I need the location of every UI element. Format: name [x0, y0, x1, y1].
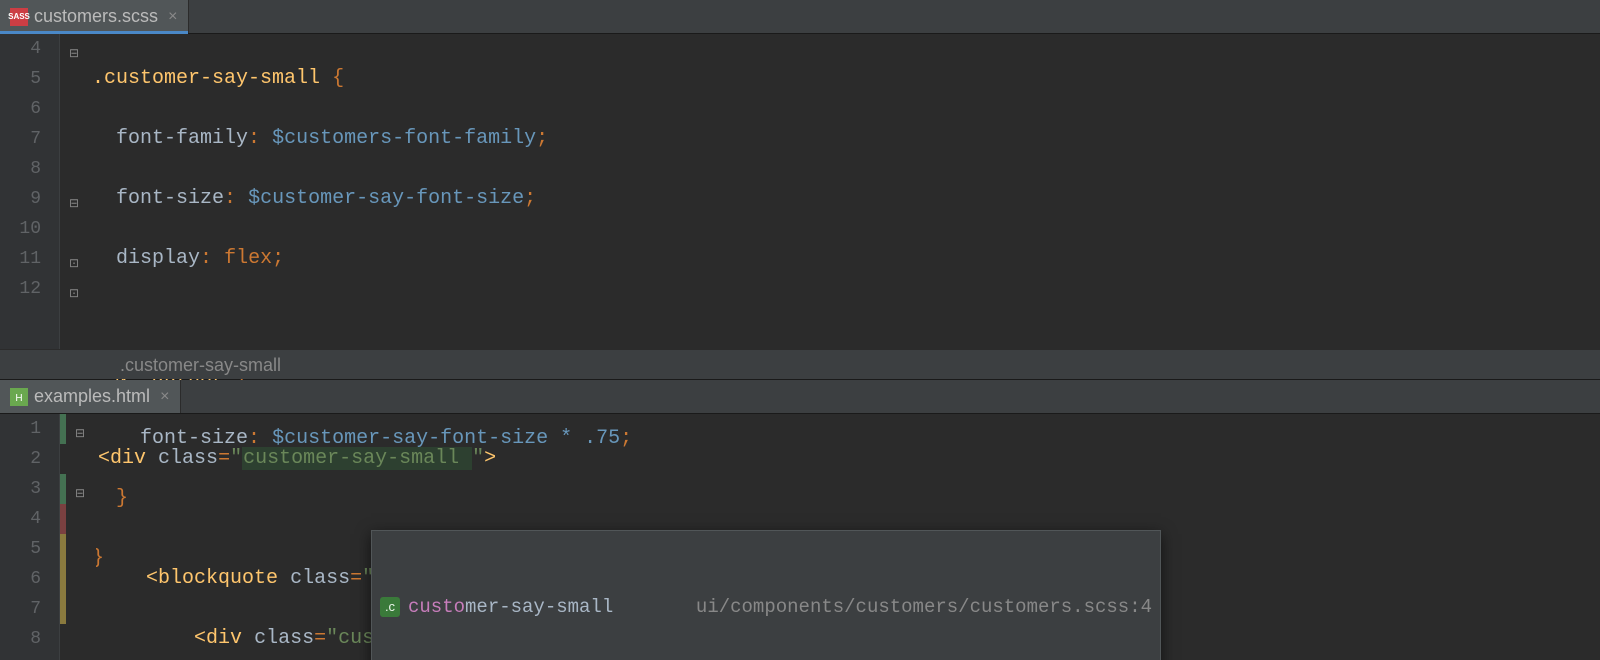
fold-close-icon[interactable]: ⊡: [66, 249, 82, 279]
line-number: 7: [0, 124, 41, 154]
line-number: 5: [0, 64, 41, 94]
html-tag: div: [110, 447, 146, 470]
css-selector: .customer-say-small: [92, 67, 320, 90]
css-class-icon: .c: [380, 597, 400, 617]
fold-open-icon[interactable]: ⊟: [66, 189, 82, 219]
line-number: 2: [0, 444, 41, 474]
fold-open-icon[interactable]: ⊟: [72, 419, 88, 449]
line-number: 12: [0, 274, 41, 304]
html-attr: class: [290, 567, 350, 590]
css-variable: $customer-say-font-size: [248, 187, 524, 210]
fold-open-icon[interactable]: ⊟: [72, 479, 88, 509]
fold-open-icon[interactable]: ⊟: [66, 39, 82, 69]
autocomplete-path: ui/components/customers/customers.scss:4: [696, 592, 1152, 622]
tab-customers-scss[interactable]: customers.scss ×: [0, 0, 189, 33]
line-number: 3: [0, 474, 41, 504]
autocomplete-item[interactable]: .c customer-say-small ui/components/cust…: [372, 591, 1160, 623]
line-number: 5: [0, 534, 41, 564]
brace: {: [332, 67, 344, 90]
sass-file-icon: [10, 8, 28, 26]
breadcrumb-scope[interactable]: .customer-say-small: [0, 349, 1600, 379]
editor-top[interactable]: 4 5 6 7 8 9 10 11 12 ⊟ ⊟ ⊡ ⊡ .customer-s…: [0, 34, 1600, 379]
line-number: 7: [0, 594, 41, 624]
css-property: font-family: [116, 127, 248, 150]
close-tab-icon[interactable]: ×: [168, 8, 178, 26]
html-attr: class: [158, 447, 218, 470]
autocomplete-popup: .c customer-say-small ui/components/cust…: [371, 530, 1161, 660]
editor-pane-html: H examples.html × 1 2 3 4 5 6 7 8: [0, 380, 1600, 660]
line-number: 8: [0, 154, 41, 184]
css-property: font-size: [116, 187, 224, 210]
tab-label: examples.html: [34, 386, 150, 407]
gutter-bottom: 1 2 3 4 5 6 7 8: [0, 414, 60, 660]
line-number: 1: [0, 414, 41, 444]
css-value: flex: [224, 247, 272, 270]
editor-bottom[interactable]: 1 2 3 4 5 6 7 8 ⊟ ⊟ <div class="customer…: [0, 414, 1600, 660]
html-tag: div: [206, 627, 242, 650]
line-number: 6: [0, 564, 41, 594]
editor-pane-scss: customers.scss × 4 5 6 7 8 9 10 11 12 ⊟ …: [0, 0, 1600, 380]
fold-column-top: ⊟ ⊟ ⊡ ⊡: [60, 34, 90, 379]
html-attr-value: customer-say-small: [242, 447, 472, 470]
tab-bar-top: customers.scss ×: [0, 0, 1600, 34]
html-attr: class: [254, 627, 314, 650]
fold-column-bottom: ⊟ ⊟: [66, 414, 96, 660]
html-file-icon: H: [10, 388, 28, 406]
line-number: 9: [0, 184, 41, 214]
css-property: display: [116, 247, 200, 270]
html-tag: blockquote: [158, 567, 278, 590]
code-area-top[interactable]: .customer-say-small { font-family: $cust…: [90, 34, 1600, 379]
autocomplete-label: customer-say-small: [408, 592, 688, 622]
line-number: 4: [0, 34, 41, 64]
css-variable: $customers-font-family: [272, 127, 536, 150]
svg-text:H: H: [15, 393, 22, 404]
tab-examples-html[interactable]: H examples.html ×: [0, 380, 181, 413]
line-number: 8: [0, 624, 41, 654]
fold-close-icon[interactable]: ⊡: [66, 279, 82, 309]
line-number: 4: [0, 504, 41, 534]
line-number: 10: [0, 214, 41, 244]
code-area-bottom[interactable]: <div class="customer-say-small "> <block…: [96, 414, 1600, 660]
tab-label: customers.scss: [34, 6, 158, 27]
close-tab-icon[interactable]: ×: [160, 388, 170, 406]
tab-bar-bottom: H examples.html ×: [0, 380, 1600, 414]
line-number: 6: [0, 94, 41, 124]
gutter-top: 4 5 6 7 8 9 10 11 12: [0, 34, 60, 379]
line-number: 11: [0, 244, 41, 274]
